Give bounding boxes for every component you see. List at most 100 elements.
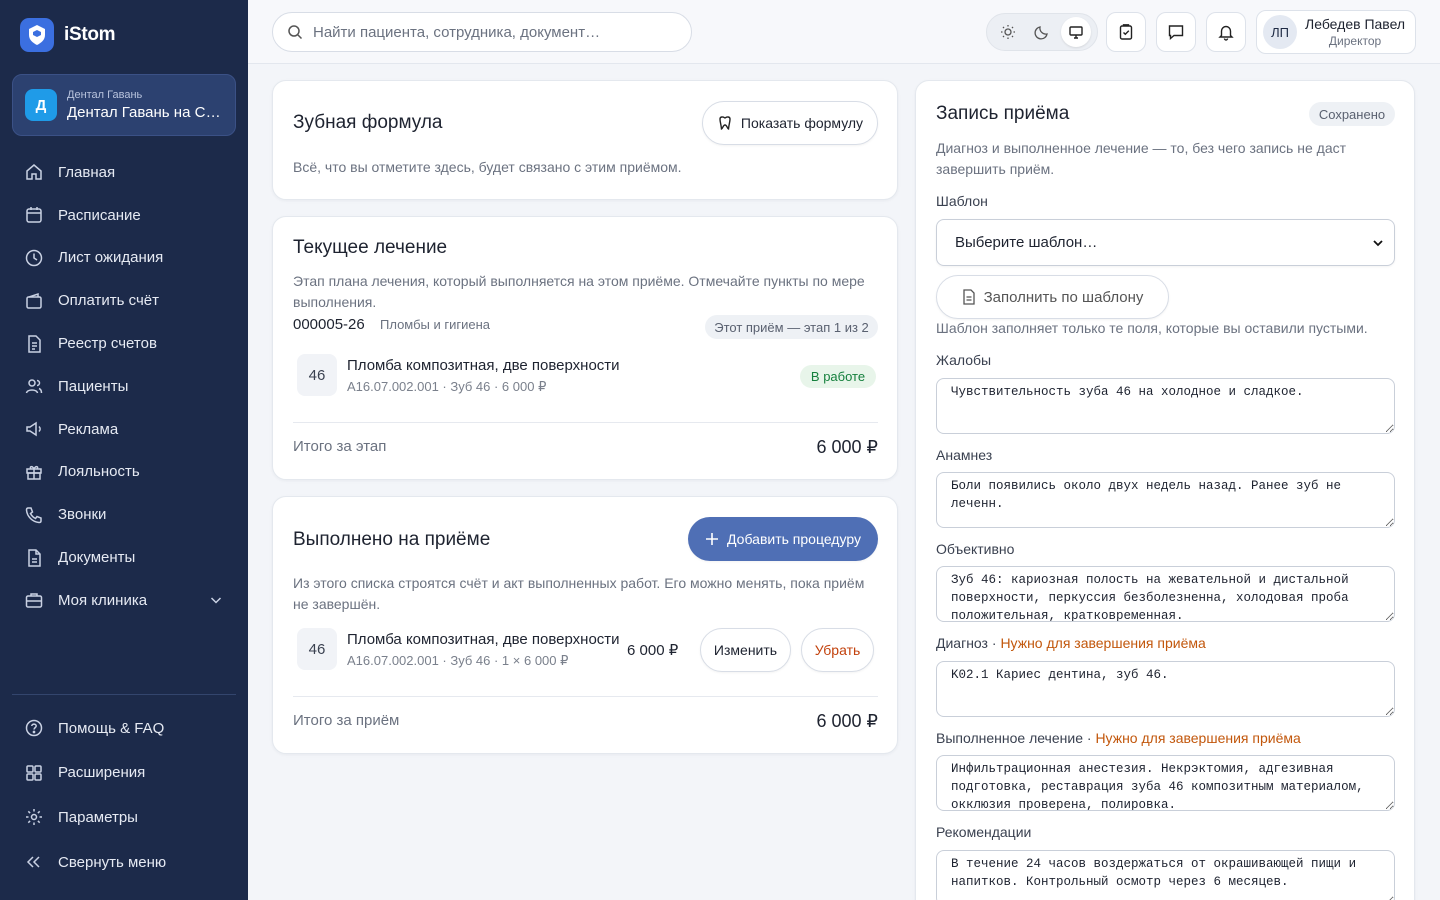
anamnesis-label: Анамнез [936,447,993,463]
briefcase-icon [25,593,43,609]
messages-button[interactable] [1156,12,1196,52]
procedure-meta: A16.07.002.001 · Зуб 46 · 6 000 ₽ [347,379,547,394]
complaints-field[interactable]: Чувствительность зуба 46 на холодное и с… [936,378,1395,434]
stage-badge: Этот приём — этап 1 из 2 [705,315,878,339]
help-icon [25,720,43,737]
dental-formula-description: Всё, что вы отметите здесь, будет связан… [293,159,682,175]
sidebar: iStom Д Дентал Гавань Дентал Гавань на С… [0,0,248,900]
light-theme-button[interactable] [993,17,1023,47]
sidebar-item-label: Оплатить счёт [58,292,160,310]
template-select[interactable]: Выберите шаблон… [936,219,1395,266]
diagnosis-label: Диагноз · Нужно для завершения приёма [936,635,1206,651]
home-icon [26,164,42,181]
required-note: Нужно для завершения приёма [1095,730,1301,746]
sidebar-item-label: Помощь & FAQ [58,719,165,737]
divider [293,422,878,423]
sidebar-item-my-clinic[interactable]: Моя клиника [12,579,236,622]
recommendations-label: Рекомендации [936,824,1032,840]
sidebar-item-schedule[interactable]: Расписание [12,194,236,237]
remove-procedure-button[interactable]: Убрать [801,628,874,672]
sidebar-item-label: Реклама [58,420,119,438]
clinic-network: Дентал Гавань [67,89,143,101]
moon-icon [1034,26,1048,40]
procedure-name: Пломба композитная, две поверхности [347,631,620,648]
chevron-down-icon[interactable] [208,592,224,608]
sidebar-divider [12,694,236,695]
procedure-price: 6 000 ₽ [627,642,679,659]
treatment-field[interactable]: Инфильтрационная анестезия. Некрэктомия,… [936,755,1395,811]
search-input[interactable] [313,23,673,41]
file-icon [28,548,41,567]
current-treatment-card: Текущее лечение Этап плана лечения, кото… [272,216,898,480]
tooth-number: 46 [297,354,337,396]
puzzle-icon [26,765,42,781]
visit-total-value: 6 000 ₽ [816,711,879,731]
add-procedure-button[interactable]: Добавить процедуру [688,517,878,561]
procedure-meta: A16.07.002.001 · Зуб 46 · 1 × 6 000 ₽ [347,653,569,668]
chevron-down-icon [1373,239,1383,246]
show-formula-label: Показать формулу [740,115,864,131]
theme-switcher [986,13,1098,51]
clinic-name: Дентал Гавань на Са… [67,104,223,121]
treatment-label-text: Выполненное лечение [936,730,1083,746]
tasks-button[interactable] [1106,12,1146,52]
sidebar-item-label: Расширения [58,764,146,782]
sidebar-item-label: Свернуть меню [58,853,167,871]
user-menu[interactable]: ЛП Лебедев Павел Директор [1256,10,1416,54]
dark-theme-button[interactable] [1027,17,1057,47]
clinic-switcher[interactable]: Д Дентал Гавань Дентал Гавань на Са… [12,74,236,136]
sidebar-item-ads[interactable]: Реклама [12,408,236,451]
sidebar-item-patients[interactable]: Пациенты [12,365,236,408]
sidebar-item-pay-invoice[interactable]: Оплатить счёт [12,279,236,322]
stage-total-label: Итого за этап [293,438,387,455]
topbar: ЛП Лебедев Павел Директор [248,0,1440,64]
remove-label: Убрать [814,642,861,658]
main-nav: Главная Расписание Лист ожидания Оплатит… [12,151,236,622]
sidebar-item-label: Пациенты [58,377,129,395]
bell-icon [1218,25,1234,41]
fill-template-button[interactable]: Заполнить по шаблону [936,275,1169,319]
search-box[interactable] [272,12,692,52]
notifications-button[interactable] [1206,12,1246,52]
clock-icon [25,249,43,267]
visit-record-description: Диагноз и выполненное лечение — то, без … [936,140,1347,177]
performed-card: Выполнено на приёме Добавить процедуру И… [272,496,898,754]
sidebar-item-home[interactable]: Главная [12,151,236,194]
brand[interactable]: iStom [20,18,116,52]
sidebar-item-extensions[interactable]: Расширения [12,751,236,796]
sidebar-item-documents[interactable]: Документы [12,536,236,579]
sidebar-item-label: Моя клиника [58,591,148,609]
visit-record-card: Запись приёма Сохранено Диагноз и выполн… [915,80,1415,900]
sidebar-item-help[interactable]: Помощь & FAQ [12,706,236,751]
sidebar-item-label: Расписание [58,206,141,224]
avatar: ЛП [1263,15,1297,49]
user-role: Директор [1328,34,1382,48]
sidebar-item-invoices[interactable]: Реестр счетов [12,322,236,365]
edit-procedure-button[interactable]: Изменить [700,628,791,672]
sidebar-item-loyalty[interactable]: Лояльность [12,451,236,494]
clipboard-check-icon [1119,24,1133,40]
sidebar-item-waitlist[interactable]: Лист ожидания [12,237,236,280]
current-treatment-description: Этап плана лечения, который выполняется … [293,273,865,310]
wallet-icon [26,292,42,309]
anamnesis-field[interactable]: Боли появились около двух недель назад. … [936,472,1395,528]
diagnosis-field[interactable]: K02.1 Кариес дентина, зуб 46. [936,661,1395,717]
sidebar-item-calls[interactable]: Звонки [12,493,236,536]
system-theme-button[interactable] [1061,17,1091,47]
objective-field[interactable]: Зуб 46: кариозная полость на жевательной… [936,566,1395,622]
show-formula-button[interactable]: Показать формулу [702,101,878,145]
treatment-label: Выполненное лечение · Нужно для завершен… [936,730,1301,746]
recommendations-field[interactable]: В течение 24 часов воздержаться от окраш… [936,850,1395,900]
collapse-menu-button[interactable]: Свернуть меню [12,840,236,885]
megaphone-icon [26,421,41,437]
tooth-icon [719,116,731,130]
dental-formula-card: Зубная формула Показать формулу Всё, что… [272,80,898,200]
sidebar-item-settings[interactable]: Параметры [12,795,236,840]
performed-title: Выполнено на приёме [293,529,491,550]
sidebar-item-label: Параметры [58,808,138,826]
phone-icon [25,507,42,524]
visit-record-title: Запись приёма [936,103,1070,124]
fill-template-label: Заполнить по шаблону [983,288,1144,306]
sidebar-item-label: Главная [58,163,116,181]
add-procedure-label: Добавить процедуру [727,531,861,547]
